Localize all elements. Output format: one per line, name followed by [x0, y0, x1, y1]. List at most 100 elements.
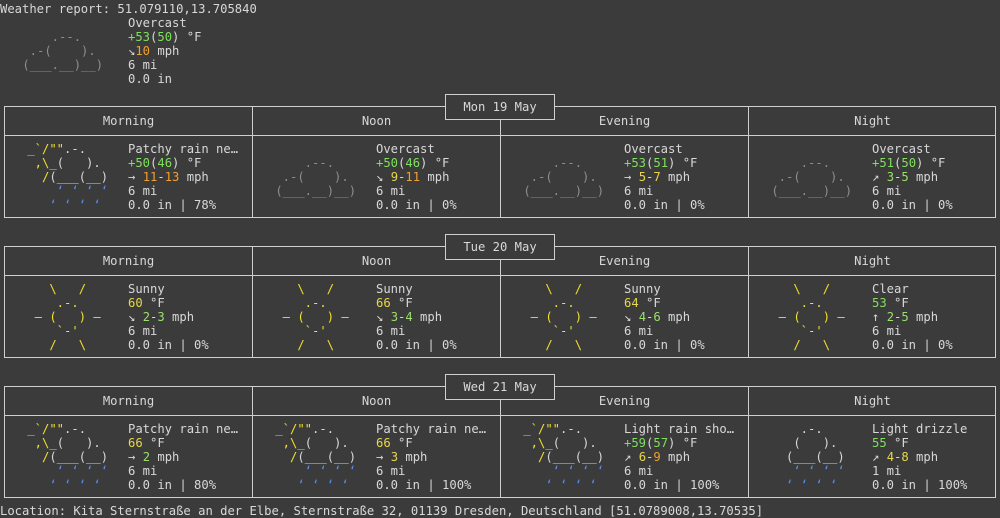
- forecast-visibility: 6 mi: [624, 464, 654, 478]
- wind-arrow-icon: ↗: [872, 450, 880, 464]
- forecast-info: Overcast +53(51) °F → 5-7 mph 6 mi 0.0 in | …: [624, 142, 746, 212]
- forecast-wind: ↑ 2-5 mph: [872, 310, 939, 324]
- forecast-temperature: 66 °F: [376, 296, 413, 310]
- forecast-precip: 0.0 in | 100%: [872, 478, 968, 492]
- forecast-condition: Sunny: [128, 282, 165, 296]
- forecast-condition: Sunny: [624, 282, 661, 296]
- forecast-visibility: 6 mi: [872, 324, 902, 338]
- period-label-morning: Morning: [102, 254, 155, 268]
- forecast-condition: Patchy rain ne…: [128, 142, 239, 156]
- sun-icon: \ / .-. ― ( ) ― `-' / \: [20, 282, 116, 352]
- forecast-condition: Overcast: [624, 142, 683, 156]
- report-title: Weather report: 51.079110,13.705840: [0, 2, 257, 16]
- wind-arrow-icon: ↘: [376, 310, 384, 324]
- forecast-condition: Patchy rain ne…: [376, 422, 487, 436]
- forecast-visibility: 6 mi: [872, 184, 902, 198]
- forecast-visibility: 6 mi: [376, 184, 406, 198]
- location-footer: Location: Kita Sternstraße an der Elbe, …: [0, 504, 763, 518]
- forecast-visibility: 6 mi: [376, 464, 406, 478]
- forecast-temperature: 55 °F: [872, 436, 909, 450]
- forecast-precip: 0.0 in | 100%: [376, 478, 472, 492]
- forecast-wind: → 2 mph: [128, 450, 180, 464]
- forecast-info: Overcast +51(50) °F ↗ 3-5 mph 6 mi 0.0 in | …: [872, 142, 994, 212]
- current-visibility: 6 mi: [128, 58, 158, 72]
- forecast-condition: Patchy rain ne…: [128, 422, 239, 436]
- forecast-temperature: 60 °F: [128, 296, 165, 310]
- forecast-info: Sunny 66 °F ↘ 3-4 mph 6 mi 0.0 in | 0%: [376, 282, 498, 352]
- period-label-noon: Noon: [361, 114, 392, 128]
- wind-arrow-icon: →: [624, 170, 632, 184]
- forecast-condition: Overcast: [376, 142, 435, 156]
- forecast-info: Light rain sho… +59(57) °F ↗ 6-9 mph 6 mi 0.…: [624, 422, 746, 492]
- forecast-info: Overcast +50(46) °F ↘ 9-11 mph 6 mi 0.0 in |…: [376, 142, 498, 212]
- period-label-night: Night: [854, 394, 891, 408]
- wind-arrow-icon: ↗: [624, 450, 632, 464]
- period-label-night: Night: [854, 254, 891, 268]
- forecast-visibility: 1 mi: [872, 464, 902, 478]
- overcast-cloud-icon: .--. .-( ). (___.__)__): [268, 156, 364, 198]
- forecast-precip: 0.0 in | 80%: [128, 478, 217, 492]
- wind-arrow-icon: ↗: [872, 170, 880, 184]
- period-label-noon: Noon: [361, 254, 392, 268]
- forecast-wind: ↘ 9-11 mph: [376, 170, 450, 184]
- current-wind: ↘10 mph: [128, 44, 180, 58]
- sun-icon: \ / .-. ― ( ) ― `-' / \: [268, 282, 364, 352]
- forecast-condition: Sunny: [376, 282, 413, 296]
- forecast-temperature: 64 °F: [624, 296, 661, 310]
- forecast-info: Patchy rain ne… 66 °F → 2 mph 6 mi 0.0 in | …: [128, 422, 250, 492]
- forecast-precip: 0.0 in | 0%: [872, 338, 953, 352]
- forecast-temperature: 66 °F: [376, 436, 413, 450]
- forecast-condition: Light drizzle: [872, 422, 968, 436]
- location-text: Location: Kita Sternstraße an der Elbe, …: [0, 504, 764, 518]
- forecast-visibility: 6 mi: [624, 324, 654, 338]
- forecast-wind: ↗ 6-9 mph: [624, 450, 691, 464]
- forecast-wind: ↗ 4-8 mph: [872, 450, 939, 464]
- sun-icon: \ / .-. ― ( ) ― `-' / \: [764, 282, 860, 352]
- forecast-info: Sunny 60 °F ↘ 2-3 mph 6 mi 0.0 in | 0%: [128, 282, 250, 352]
- period-label-morning: Morning: [102, 394, 155, 408]
- forecast-wind: → 11-13 mph: [128, 170, 209, 184]
- day-forecast-table: Wed 21 May Morning _`/"".-. ,\_( ). /(___…: [4, 374, 996, 498]
- rain-cloud-icon: _`/"".-. ,\_( ). /(___(__) ‘ ‘ ‘ ‘ ‘ ‘ ‘…: [268, 422, 364, 492]
- forecast-temperature: +50(46) °F: [376, 156, 450, 170]
- forecast-temperature: 53 °F: [872, 296, 909, 310]
- forecast-precip: 0.0 in | 0%: [376, 198, 457, 212]
- forecast-info: Light drizzle 55 °F ↗ 4-8 mph 1 mi 0.0 in | …: [872, 422, 994, 492]
- forecast-visibility: 6 mi: [128, 184, 158, 198]
- forecast-precip: 0.0 in | 0%: [624, 338, 705, 352]
- day-forecast-table: Tue 20 May Morning \ / .-. ― ( ) ― `-' / …: [4, 234, 996, 358]
- forecast-wind: ↗ 3-5 mph: [872, 170, 939, 184]
- forecast-info: Patchy rain ne… +50(46) °F → 11-13 mph 6 mi…: [128, 142, 250, 212]
- rain-cloud-icon: _`/"".-. ,\_( ). /(___(__) ‘ ‘ ‘ ‘ ‘ ‘ ‘…: [20, 142, 116, 212]
- forecast-precip: 0.0 in | 78%: [128, 198, 217, 212]
- wind-arrow-icon: →: [128, 170, 136, 184]
- forecast-temperature: +59(57) °F: [624, 436, 698, 450]
- period-label-night: Night: [854, 114, 891, 128]
- forecast-wind: → 5-7 mph: [624, 170, 691, 184]
- forecast-temperature: +51(50) °F: [872, 156, 946, 170]
- rain-cloud-icon: _`/"".-. ,\_( ). /(___(__) ‘ ‘ ‘ ‘ ‘ ‘ ‘…: [516, 422, 612, 492]
- wind-arrow-icon: ↘: [128, 310, 136, 324]
- rain-cloud-icon: _`/"".-. ,\_( ). /(___(__) ‘ ‘ ‘ ‘ ‘ ‘ ‘…: [20, 422, 116, 492]
- forecast-condition: Light rain sho…: [624, 422, 735, 436]
- forecast-temperature: +53(51) °F: [624, 156, 698, 170]
- current-condition: Overcast: [128, 16, 187, 30]
- forecast-precip: 0.0 in | 0%: [872, 198, 953, 212]
- period-label-noon: Noon: [361, 394, 392, 408]
- period-label-evening: Evening: [598, 394, 651, 408]
- current-temperature: +53(50) °F: [128, 30, 202, 44]
- forecast-wind: ↘ 3-4 mph: [376, 310, 443, 324]
- drizzle-cloud-icon: .-. ( ). (___(__) ‘ ‘ ‘ ‘ ‘ ‘ ‘ ‘: [764, 422, 860, 492]
- day-forecast-table: Mon 19 May Morning _`/"".-. ,\_( ). /(___…: [4, 94, 996, 218]
- forecast-visibility: 6 mi: [624, 184, 654, 198]
- current-weather-info: Overcast +53(50) °F ↘10 mph 6 mi 0.0 in: [128, 16, 201, 86]
- period-label-evening: Evening: [598, 254, 651, 268]
- current-weather-art: .--. .-( ). (___.__)__): [15, 30, 110, 72]
- forecast-info: Patchy rain ne… 66 °F → 3 mph 6 mi 0.0 in | …: [376, 422, 498, 492]
- sun-icon: \ / .-. ― ( ) ― `-' / \: [516, 282, 612, 352]
- forecast-condition: Clear: [872, 282, 909, 296]
- forecast-precip: 0.0 in | 0%: [624, 198, 705, 212]
- period-label-evening: Evening: [598, 114, 651, 128]
- wind-arrow-icon: ↘: [624, 310, 632, 324]
- forecast-info: Clear 53 °F ↑ 2-5 mph 6 mi 0.0 in | 0%: [872, 282, 994, 352]
